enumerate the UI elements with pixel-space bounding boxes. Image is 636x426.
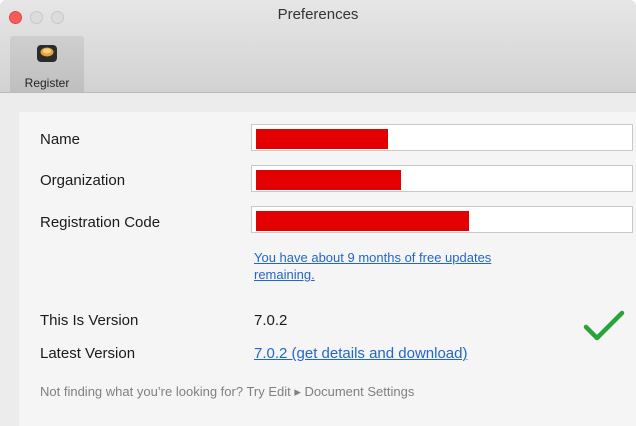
free-updates-link-line2: remaining. bbox=[254, 267, 315, 282]
name-field[interactable] bbox=[251, 124, 633, 151]
free-updates-link-line1: You have about 9 months of free updates bbox=[254, 250, 492, 265]
tab-register[interactable]: Register bbox=[10, 36, 84, 92]
title-bar: Preferences Register bbox=[0, 0, 636, 93]
this-version-value: 7.0.2 bbox=[254, 312, 288, 329]
name-label: Name bbox=[40, 131, 81, 148]
this-version-label: This Is Version bbox=[40, 312, 139, 329]
redaction-bar bbox=[256, 170, 401, 190]
window-title: Preferences bbox=[277, 6, 359, 23]
registration-code-field[interactable] bbox=[251, 206, 633, 233]
tab-register-label: Register bbox=[24, 76, 70, 90]
redaction-bar bbox=[256, 211, 469, 231]
redaction-bar bbox=[256, 129, 388, 149]
latest-version-link[interactable]: 7.0.2 (get details and download) bbox=[254, 345, 467, 362]
register-app-icon bbox=[37, 45, 57, 62]
organization-field[interactable] bbox=[251, 165, 633, 192]
checkmark-icon bbox=[583, 310, 625, 341]
latest-version-label: Latest Version bbox=[40, 345, 136, 362]
organization-label: Organization bbox=[40, 172, 126, 189]
preferences-window: Preferences Register Name Organization R… bbox=[0, 0, 636, 426]
free-updates-link[interactable]: You have about 9 months of free updates … bbox=[254, 249, 491, 283]
registration-code-label: Registration Code bbox=[40, 214, 161, 231]
help-hint: Not finding what you’re looking for? Try… bbox=[40, 384, 415, 399]
